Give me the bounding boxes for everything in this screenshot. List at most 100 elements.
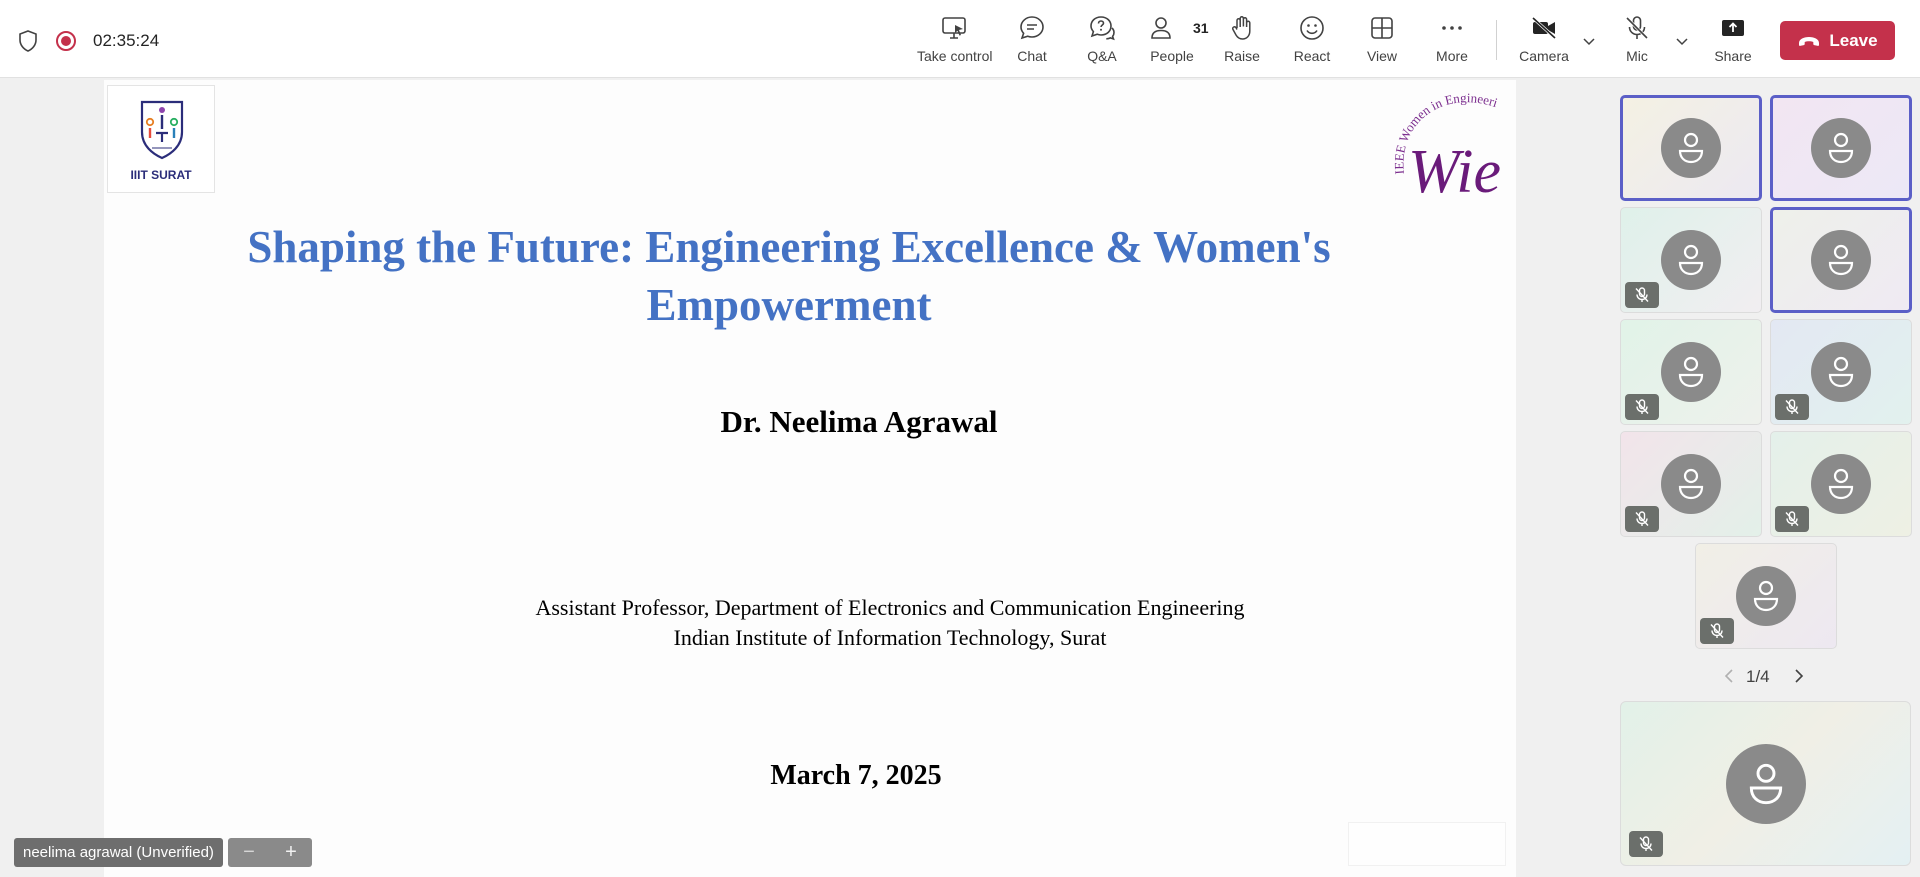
person-icon	[1678, 244, 1704, 276]
view-grid-icon	[1371, 17, 1393, 39]
camera-options-chevron-icon[interactable]	[1582, 34, 1596, 48]
iiit-surat-logo-text: IIIT SURAT	[130, 168, 192, 182]
qa-label: Q&A	[1087, 48, 1117, 64]
chat-label: Chat	[1017, 48, 1047, 64]
people-count-badge: 31	[1193, 20, 1209, 36]
qa-button[interactable]: Q&A	[1082, 14, 1122, 70]
meeting-toolbar: 02:35:24 Take control Chat Q&A 31 People…	[0, 0, 1920, 78]
raise-label: Raise	[1224, 48, 1260, 64]
more-ellipsis-icon	[1442, 26, 1462, 30]
participant-tile[interactable]	[1770, 431, 1912, 537]
take-control-label: Take control	[917, 48, 993, 64]
mic-off-icon	[1635, 287, 1649, 302]
chat-icon	[1020, 16, 1044, 40]
people-button[interactable]: 31 People	[1147, 14, 1209, 70]
mic-off-icon	[1635, 399, 1649, 414]
raise-hand-icon	[1231, 16, 1251, 40]
shared-slide: IIIT SURAT IEEE Women in Engineering Wie…	[104, 80, 1516, 877]
meeting-timer: 02:35:24	[93, 31, 160, 50]
muted-indicator	[1625, 506, 1659, 532]
participant-tile[interactable]	[1620, 95, 1762, 201]
chevron-right-icon[interactable]	[1792, 668, 1806, 684]
ieee-wie-logo: IEEE Women in Engineering Wie	[1388, 82, 1501, 200]
participant-tile[interactable]	[1770, 95, 1912, 201]
participant-tile[interactable]	[1770, 207, 1912, 313]
mic-button[interactable]: Mic	[1617, 14, 1657, 70]
avatar	[1661, 454, 1721, 514]
iiit-surat-emblem-icon	[140, 100, 184, 160]
ieee-wie-logo-text: Wie	[1408, 138, 1501, 200]
avatar	[1661, 118, 1721, 178]
iiit-surat-logo: IIIT SURAT	[107, 85, 215, 193]
people-label: People	[1150, 48, 1194, 64]
person-icon	[1678, 356, 1704, 388]
phone-hangup-icon	[1799, 36, 1820, 46]
leave-button[interactable]: Leave	[1780, 21, 1895, 60]
react-button[interactable]: React	[1292, 14, 1332, 70]
mic-label: Mic	[1626, 48, 1648, 64]
person-icon	[1678, 132, 1704, 164]
take-control-icon	[942, 17, 966, 39]
muted-indicator	[1625, 394, 1659, 420]
gallery-page-indicator: 1/4	[1746, 667, 1770, 686]
speaker-name: Dr. Neelima Agrawal	[720, 404, 998, 439]
zoom-out-button[interactable]: −	[228, 838, 270, 867]
more-button[interactable]: More	[1432, 14, 1472, 70]
camera-button[interactable]: Camera	[1517, 14, 1571, 70]
mic-options-chevron-icon[interactable]	[1675, 34, 1689, 48]
chat-button[interactable]: Chat	[1012, 14, 1052, 70]
zoom-in-button[interactable]: +	[270, 838, 312, 867]
participant-tile[interactable]	[1695, 543, 1837, 649]
react-label: React	[1293, 48, 1331, 64]
mic-off-icon	[1785, 399, 1799, 414]
muted-indicator	[1700, 618, 1734, 644]
self-view-tile[interactable]	[1620, 701, 1911, 866]
camera-label: Camera	[1519, 48, 1569, 64]
muted-indicator	[1775, 506, 1809, 532]
participant-tile[interactable]	[1770, 319, 1912, 425]
presenter-name-tag: neelima agrawal (Unverified)	[14, 838, 223, 867]
avatar	[1661, 230, 1721, 290]
qa-icon	[1090, 16, 1115, 41]
speaker-affiliation-line-2: Indian Institute of Information Technolo…	[673, 625, 1107, 650]
shield-icon[interactable]	[18, 30, 38, 52]
slide-title-line-1: Shaping the Future: Engineering Excellen…	[247, 222, 1331, 272]
raise-hand-button[interactable]: Raise	[1222, 14, 1262, 70]
zoom-controls: − +	[228, 838, 312, 867]
share-label: Share	[1714, 48, 1752, 64]
person-icon	[1678, 468, 1704, 500]
take-control-button[interactable]: Take control	[917, 14, 993, 70]
chevron-left-icon[interactable]	[1722, 668, 1736, 684]
mic-off-icon	[1639, 836, 1653, 851]
participant-tile[interactable]	[1620, 431, 1762, 537]
avatar	[1811, 118, 1871, 178]
slide-title-line-2: Empowerment	[646, 280, 932, 330]
person-icon	[1753, 580, 1779, 612]
slide-footer-box	[1348, 822, 1506, 866]
mic-off-icon	[1710, 623, 1724, 638]
muted-indicator	[1629, 831, 1663, 857]
camera-off-icon	[1531, 16, 1557, 40]
person-icon	[1828, 468, 1854, 500]
person-icon	[1828, 244, 1854, 276]
recording-indicator-icon	[56, 31, 76, 51]
participant-tile[interactable]	[1620, 319, 1762, 425]
person-icon	[1828, 356, 1854, 388]
avatar	[1725, 743, 1806, 824]
avatar	[1661, 342, 1721, 402]
muted-indicator	[1775, 394, 1809, 420]
toolbar-divider	[1496, 20, 1497, 60]
speaker-affiliation-line-1: Assistant Professor, Department of Elect…	[535, 595, 1245, 620]
participant-tile[interactable]	[1620, 207, 1762, 313]
mic-off-icon	[1625, 16, 1649, 40]
mic-off-icon	[1635, 511, 1649, 526]
share-button[interactable]: Share	[1713, 14, 1753, 70]
slide-title: Shaping the Future: Engineering Excellen…	[164, 218, 1414, 334]
presentation-date: March 7, 2025	[770, 760, 942, 791]
view-button[interactable]: View	[1362, 14, 1402, 70]
people-icon	[1151, 17, 1171, 39]
muted-indicator	[1625, 282, 1659, 308]
person-icon	[1828, 132, 1854, 164]
avatar	[1811, 342, 1871, 402]
avatar	[1811, 230, 1871, 290]
